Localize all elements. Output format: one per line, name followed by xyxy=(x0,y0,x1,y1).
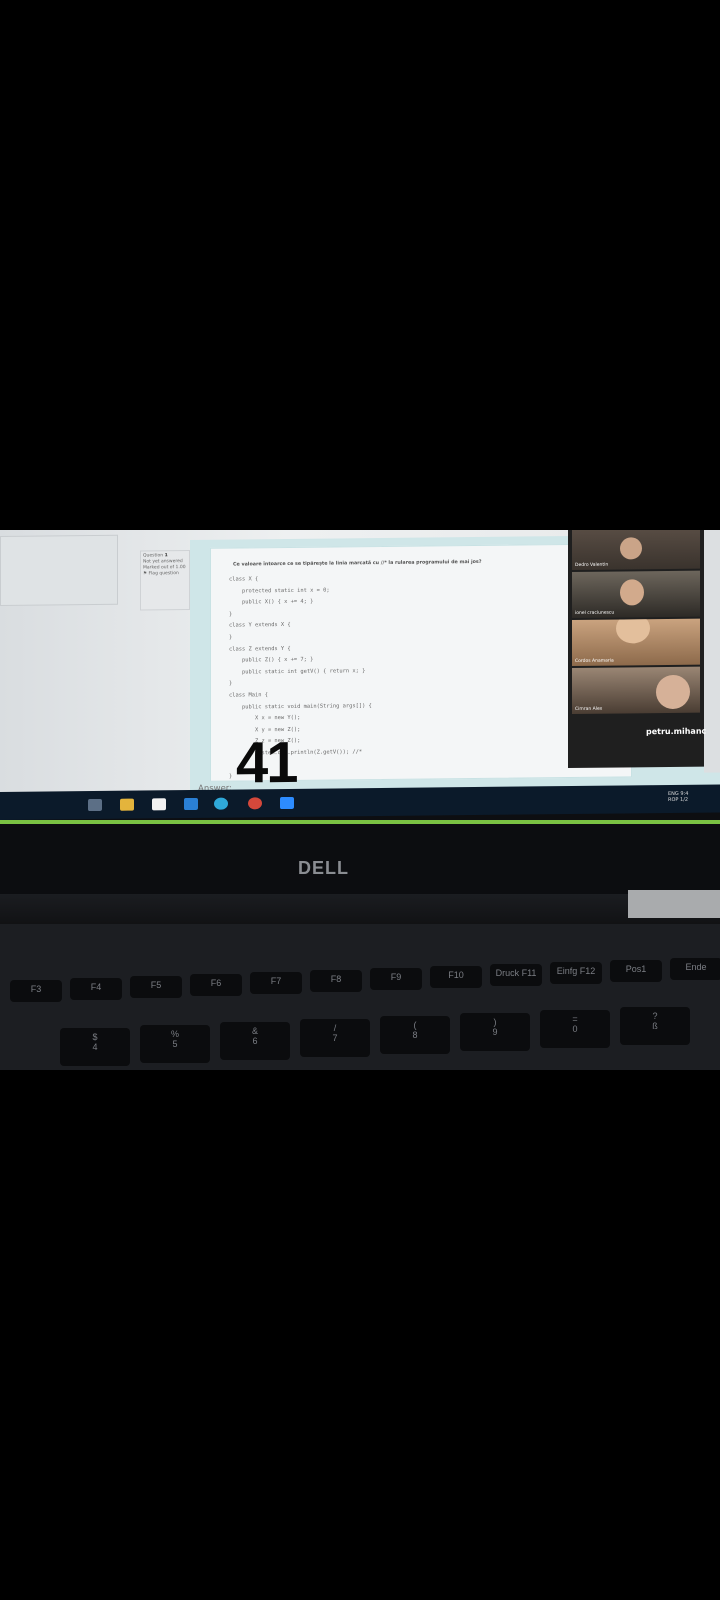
file-explorer-icon[interactable] xyxy=(120,798,134,811)
keyboard-key: F7 xyxy=(250,972,302,994)
keyboard-key: F4 xyxy=(70,978,122,1000)
key-sublabel: 5 xyxy=(172,1039,178,1049)
keyboard: F3 F4 F5 F6 F7 F8 F9 F10 Druck F11 Einfg F12 Pos1 E… xyxy=(0,924,720,1070)
key-label: Ende xyxy=(685,962,707,972)
flag-question-link[interactable]: ⚑ Flag question xyxy=(143,571,187,577)
question-info-box: Question 1 Not yet answered Marked out o… xyxy=(140,550,190,611)
key-label: F5 xyxy=(150,980,162,990)
keyboard-key: Ende xyxy=(670,958,720,980)
participant-tile[interactable]: ionel craciunescu xyxy=(572,570,700,619)
system-tray[interactable]: ENG 9:4 ROP 1/2 xyxy=(668,791,688,803)
key-label: Einfg F12 xyxy=(556,966,596,976)
key-sublabel: 7 xyxy=(332,1033,338,1043)
keyboard-key: & 6 xyxy=(220,1022,290,1060)
key-label: ) xyxy=(493,1017,497,1027)
task-view-icon[interactable] xyxy=(88,798,102,812)
key-label: ( xyxy=(413,1020,417,1030)
key-label: / xyxy=(333,1023,337,1033)
nav-panel xyxy=(0,534,118,606)
key-label: ? xyxy=(652,1011,658,1021)
question-prompt: Ce valoare întoarce ce se tipărește la l… xyxy=(233,559,482,568)
participant-face xyxy=(616,618,650,644)
key-sublabel: 4 xyxy=(92,1042,98,1052)
keyboard-key: ? ß xyxy=(620,1007,690,1045)
mail-icon[interactable] xyxy=(184,797,198,811)
participant-tile[interactable]: Dedro Valentin xyxy=(572,530,700,571)
store-icon[interactable] xyxy=(152,798,166,811)
presenter-name: petru.mihanc xyxy=(646,726,707,737)
participant-name: ionel craciunescu xyxy=(575,610,615,616)
clock-date: 1/2 xyxy=(680,796,689,803)
laptop-screen: Question 1 Not yet answered Marked out o… xyxy=(0,530,720,816)
keyboard-key: F3 xyxy=(10,980,62,1002)
key-label: F3 xyxy=(30,984,42,994)
edge-browser-icon[interactable] xyxy=(214,797,228,810)
key-label: F8 xyxy=(330,974,342,984)
key-sublabel: ß xyxy=(652,1021,658,1031)
keyboard-key: $4 xyxy=(60,1028,130,1066)
key-label: F10 xyxy=(448,970,464,980)
keyboard-key: Druck F11 xyxy=(490,964,542,986)
participant-tile[interactable]: Cordos Anamaria xyxy=(572,618,700,667)
keyboard-key: F6 xyxy=(190,974,242,996)
key-label: & xyxy=(251,1026,258,1036)
keyboard-key: % 5 xyxy=(140,1025,210,1063)
laptop-hinge xyxy=(0,894,720,924)
flag-label: Flag question xyxy=(148,571,179,577)
dell-logo: DELL xyxy=(298,858,349,878)
key-sublabel: 9 xyxy=(492,1027,498,1037)
chrome-icon[interactable] xyxy=(248,797,262,810)
video-call-panel: Dedro Valentin ionel craciunescu Cordos … xyxy=(568,530,707,769)
participant-face xyxy=(656,674,690,710)
laptop-bezel xyxy=(0,824,720,894)
key-label: Druck F11 xyxy=(495,968,537,978)
keyboard-key: F10 xyxy=(430,966,482,988)
zoom-icon[interactable] xyxy=(280,796,294,810)
key-label: % xyxy=(170,1029,179,1039)
question-label: Question xyxy=(143,553,164,559)
screen-edge xyxy=(704,530,720,773)
participant-name: Cordos Anamaria xyxy=(575,658,614,664)
keyboard-key: F5 xyxy=(130,976,182,998)
question-number: 1 xyxy=(164,553,168,559)
hinge-plate xyxy=(628,890,720,918)
keyboard-key: (8 xyxy=(380,1016,450,1054)
key-label: F7 xyxy=(270,976,282,986)
key-label: F6 xyxy=(210,978,222,988)
lang-indicator-sub: ROP xyxy=(668,796,679,804)
key-label: = xyxy=(572,1014,578,1024)
code-line: public static void main(String args[]) { xyxy=(229,702,372,711)
participant-name: Cimran Alex xyxy=(575,706,603,712)
participant-face xyxy=(620,537,642,560)
code-line: public static int getV() { return x; } xyxy=(229,667,366,676)
key-sublabel: 8 xyxy=(412,1030,418,1040)
keyboard-key: = 0 xyxy=(540,1010,610,1048)
keyboard-key: F9 xyxy=(370,968,422,990)
photo-frame: Question 1 Not yet answered Marked out o… xyxy=(0,530,720,1070)
keyboard-key: F8 xyxy=(310,970,362,992)
keyboard-key: Einfg F12 xyxy=(550,962,602,984)
key-label: F4 xyxy=(90,982,102,992)
participant-face xyxy=(620,579,644,606)
key-sublabel: 6 xyxy=(252,1036,258,1046)
key-label: Pos1 xyxy=(625,964,647,974)
keyboard-key: Pos1 xyxy=(610,960,662,982)
key-label: $ xyxy=(92,1032,98,1042)
overlay-answer: 41 xyxy=(236,729,297,796)
participant-tile[interactable]: Cimran Alex xyxy=(572,666,700,715)
keyboard-key: /7 xyxy=(300,1019,370,1057)
key-label: F9 xyxy=(390,972,402,982)
key-sublabel: 0 xyxy=(572,1024,578,1034)
participant-name: Dedro Valentin xyxy=(575,562,609,568)
keyboard-key: ) 9 xyxy=(460,1013,530,1051)
